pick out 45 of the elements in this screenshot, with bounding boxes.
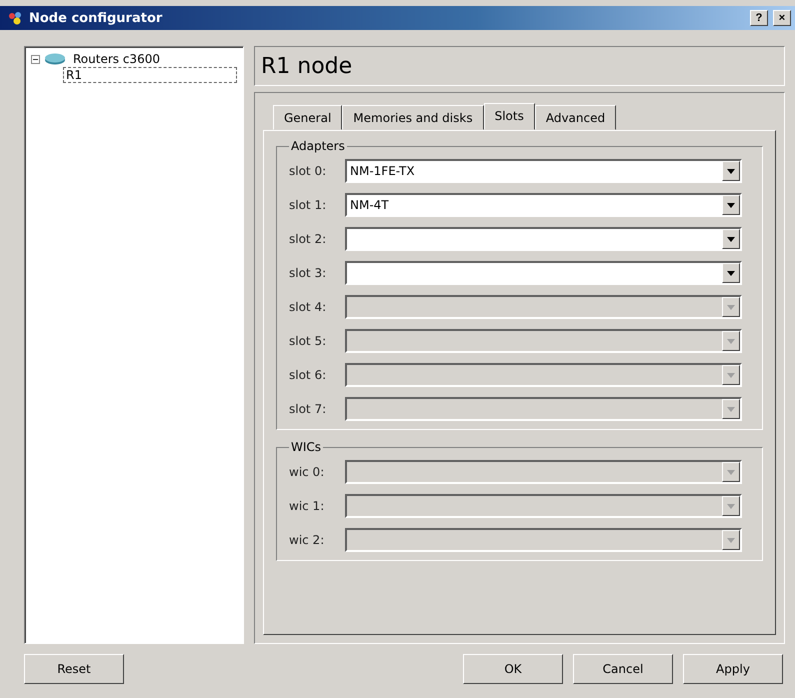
caret-icon — [722, 195, 740, 215]
field-label: slot 7: — [289, 402, 328, 416]
dialog-button[interactable]: Cancel — [573, 654, 673, 684]
field-label: slot 5: — [289, 334, 328, 348]
node-title: R1 node — [254, 46, 785, 86]
help-button[interactable]: ? — [750, 10, 768, 26]
collapse-toggle-icon[interactable] — [31, 54, 40, 64]
tree-item[interactable]: Routers c3600 — [70, 51, 163, 67]
caret-icon — [722, 365, 740, 385]
tab[interactable]: Slots — [484, 103, 535, 130]
router-icon — [44, 53, 66, 65]
field-label: wic 0: — [289, 465, 326, 479]
tree-item[interactable]: R1 — [63, 67, 237, 83]
caret-icon — [722, 263, 740, 283]
close-button[interactable]: × — [773, 10, 791, 26]
field-label: wic 2: — [289, 533, 326, 547]
caret-icon — [722, 297, 740, 317]
group-title: WICs — [290, 440, 322, 454]
field-label: slot 6: — [289, 368, 328, 382]
dropdown[interactable]: NM-1FE-TX — [345, 159, 742, 183]
field-label: slot 3: — [289, 266, 328, 280]
app-icon — [8, 11, 24, 25]
window-title: Node configurator — [29, 10, 164, 26]
tab[interactable]: General — [273, 105, 342, 130]
dialog-button[interactable]: OK — [463, 654, 563, 684]
field-label: slot 0: — [289, 164, 328, 178]
caret-icon — [722, 161, 740, 181]
caret-icon — [722, 530, 740, 550]
tab[interactable]: Advanced — [534, 105, 616, 130]
caret-icon — [722, 496, 740, 516]
caret-icon — [722, 229, 740, 249]
dropdown[interactable]: NM-4T — [345, 193, 742, 217]
dropdown[interactable] — [345, 227, 742, 251]
field-label: slot 2: — [289, 232, 328, 246]
field-label: slot 4: — [289, 300, 328, 314]
dialog-button[interactable]: Apply — [683, 654, 783, 684]
caret-icon — [722, 399, 740, 419]
field-label: slot 1: — [289, 198, 328, 212]
field-label: wic 1: — [289, 499, 326, 513]
caret-icon — [722, 331, 740, 351]
group-title: Adapters — [290, 139, 346, 153]
caret-icon — [722, 462, 740, 482]
tab[interactable]: Memories and disks — [342, 105, 484, 130]
reset-button[interactable]: Reset — [24, 654, 124, 684]
dropdown[interactable] — [345, 261, 742, 285]
